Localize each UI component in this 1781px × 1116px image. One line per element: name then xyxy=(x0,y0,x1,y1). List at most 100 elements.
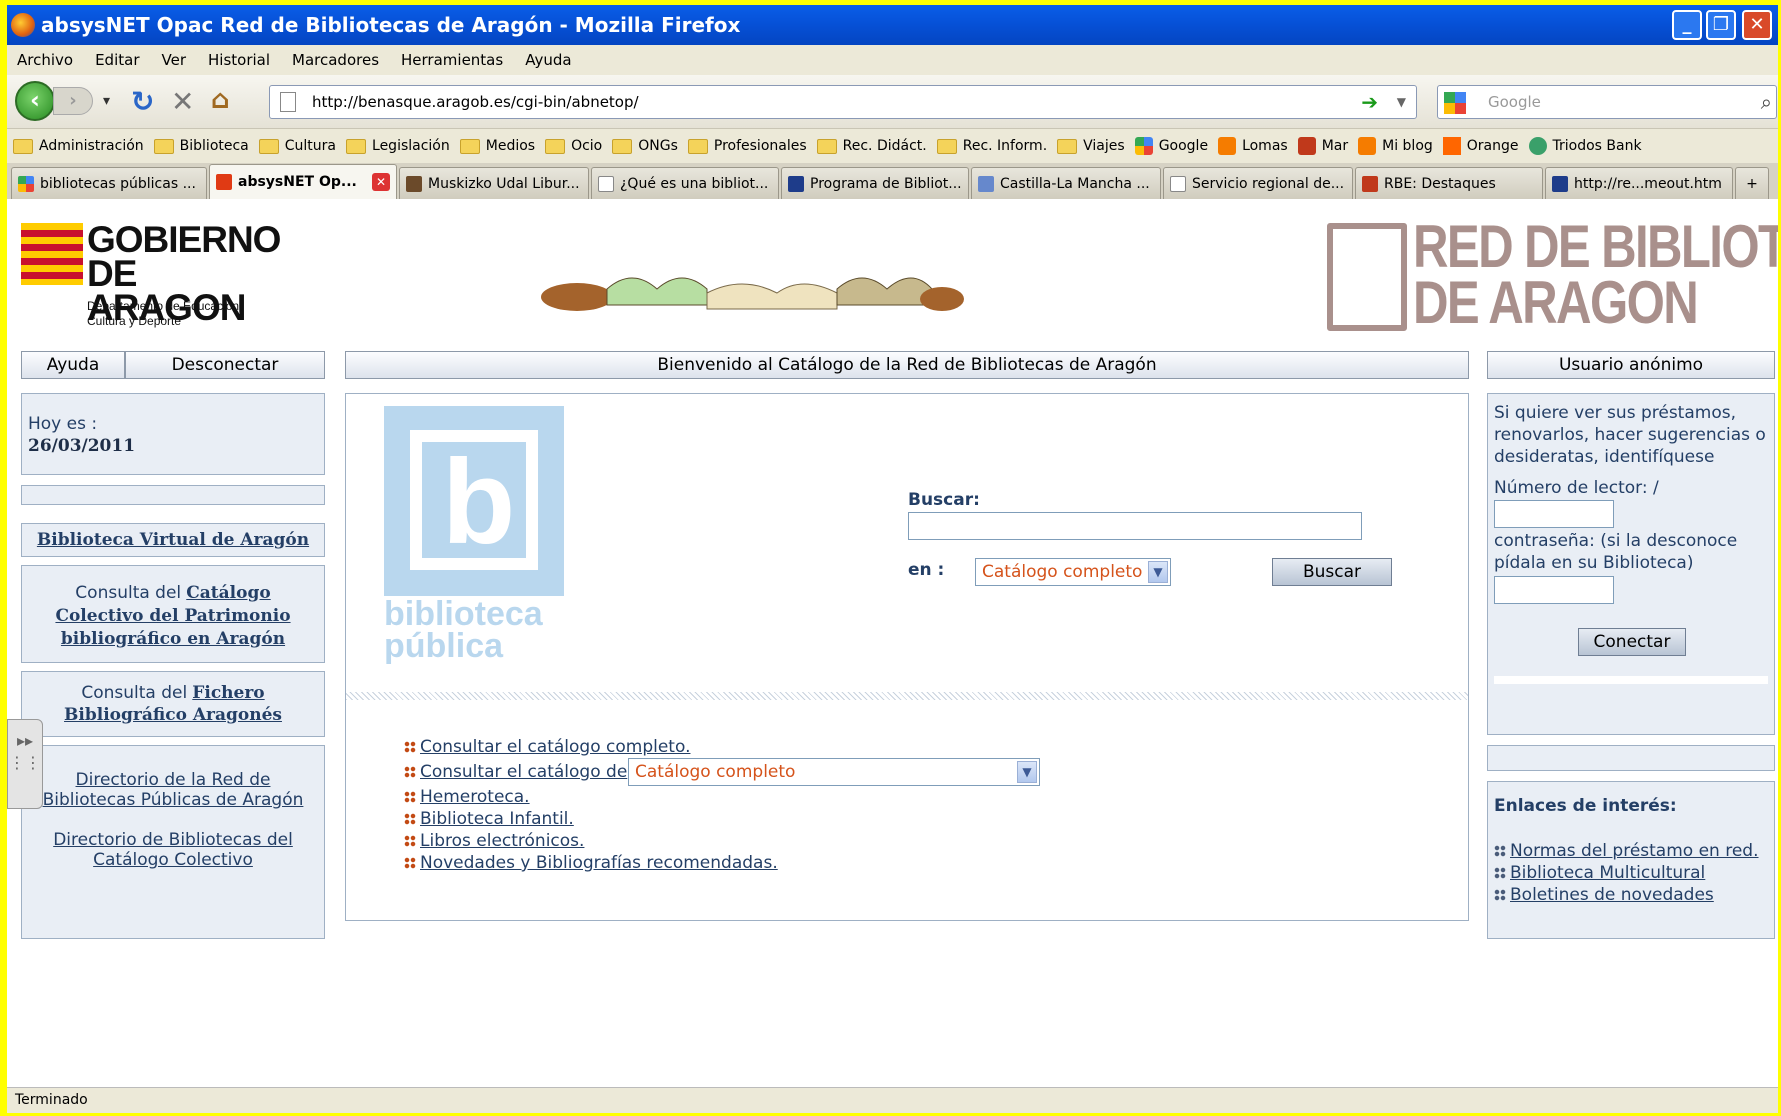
sidebar-toggle-handle[interactable]: ▸▸ ⋮⋮ xyxy=(7,719,43,809)
go-arrow-icon[interactable]: ➔ xyxy=(1361,86,1378,118)
list-item: Boletines de novedades xyxy=(1494,884,1759,906)
tab-castilla[interactable]: Castilla-La Mancha ... xyxy=(971,167,1161,199)
new-tab-button[interactable]: + xyxy=(1735,167,1769,199)
logo-frame: b xyxy=(410,430,538,570)
minimize-button[interactable]: _ xyxy=(1672,10,1702,40)
google-icon xyxy=(18,175,34,192)
buscar-button[interactable]: Buscar xyxy=(1272,558,1392,586)
bullet-icon xyxy=(404,835,416,847)
catalog-select[interactable]: Catálogo completo ▼ xyxy=(975,558,1171,586)
login-intro-text: Si quiere ver sus préstamos, renovarlos,… xyxy=(1494,403,1766,467)
menu-editar[interactable]: Editar xyxy=(95,51,139,69)
bookmark-administracion[interactable]: Administración xyxy=(13,138,144,154)
url-bar[interactable]: http://benasque.aragob.es/cgi-bin/abneto… xyxy=(269,85,1417,119)
tab-absysnet[interactable]: absysNET Op... ✕ xyxy=(209,164,397,199)
menu-ver[interactable]: Ver xyxy=(162,51,187,69)
tab-que-es[interactable]: ¿Qué es una bibliot... xyxy=(591,167,779,199)
home-icon[interactable]: ⌂ xyxy=(211,85,230,115)
welcome-header: Bienvenido al Catálogo de la Red de Bibl… xyxy=(345,351,1469,379)
bookmark-lomas[interactable]: Lomas xyxy=(1218,137,1288,155)
ayuda-button[interactable]: Ayuda xyxy=(21,351,125,379)
menu-historial[interactable]: Historial xyxy=(208,51,270,69)
boletines-link[interactable]: Boletines de novedades xyxy=(1510,885,1714,905)
bookmark-ocio[interactable]: Ocio xyxy=(545,138,602,154)
tab-timeout[interactable]: http://re...meout.htm xyxy=(1545,167,1733,199)
bookmark-biblioteca[interactable]: Biblioteca xyxy=(153,138,249,154)
reload-icon[interactable]: ↻ xyxy=(131,85,154,118)
catalog-select-value: Catálogo completo xyxy=(982,562,1143,582)
directorio-catalogo-link[interactable]: Directorio de Bibliotecas del Catálogo C… xyxy=(34,830,312,870)
en-label: en : xyxy=(908,560,945,580)
conectar-button[interactable]: Conectar xyxy=(1578,628,1686,656)
bookmark-label: Biblioteca xyxy=(179,138,249,154)
bookmark-google[interactable]: Google xyxy=(1134,137,1208,155)
forward-button[interactable]: › xyxy=(53,87,93,115)
folder-icon xyxy=(258,138,279,154)
bullet-icon xyxy=(1494,845,1506,857)
bookmark-triodos[interactable]: Triodos Bank xyxy=(1528,137,1642,155)
novedades-link[interactable]: Novedades y Bibliografías recomendadas. xyxy=(420,853,778,873)
libros-electronicos-link[interactable]: Libros electrónicos. xyxy=(420,831,584,851)
catalogo-completo-link[interactable]: Consultar el catálogo completo. xyxy=(420,737,690,757)
list-item: Normas del préstamo en red. xyxy=(1494,840,1759,862)
desconectar-button[interactable]: Desconectar xyxy=(125,351,325,379)
close-tab-icon[interactable]: ✕ xyxy=(372,173,390,191)
bookmark-mi-blog[interactable]: Mi blog xyxy=(1358,137,1433,155)
tab-servicio-regional[interactable]: Servicio regional de... xyxy=(1163,167,1353,199)
menu-herramientas[interactable]: Herramientas xyxy=(401,51,503,69)
bookmark-legislacion[interactable]: Legislación xyxy=(346,138,450,154)
folder-icon xyxy=(687,138,708,154)
site-icon xyxy=(978,175,994,192)
bookmark-rec-didact[interactable]: Rec. Didáct. xyxy=(816,138,927,154)
tab-label: Muskizko Udal Libur... xyxy=(428,175,580,192)
search-icon[interactable]: ⌕ xyxy=(1761,86,1772,118)
password-label: contraseña: (si la desconoce pídala en s… xyxy=(1494,531,1738,573)
bullet-icon xyxy=(404,857,416,869)
biblioteca-multicultural-link[interactable]: Biblioteca Multicultural xyxy=(1510,863,1705,883)
directorio-red-link[interactable]: Directorio de la Red de Bibliotecas Públ… xyxy=(34,770,312,810)
tab-programa[interactable]: Programa de Bibliot... xyxy=(781,167,969,199)
hemeroteca-link[interactable]: Hemeroteca. xyxy=(420,787,530,807)
logo-line2: pública xyxy=(384,627,504,665)
history-dropdown-icon[interactable]: ▾ xyxy=(103,93,110,109)
bookmark-cultura[interactable]: Cultura xyxy=(258,138,336,154)
bookmark-ongs[interactable]: ONGs xyxy=(612,138,678,154)
search-box[interactable]: Google ⌕ xyxy=(1437,85,1777,119)
bookmark-mar[interactable]: Mar xyxy=(1297,137,1348,155)
date-panel: Hoy es : 26/03/2011 xyxy=(21,393,325,475)
bookmark-medios[interactable]: Medios xyxy=(459,138,535,154)
normas-prestamo-link[interactable]: Normas del préstamo en red. xyxy=(1510,841,1759,861)
buscar-label: Buscar: xyxy=(908,490,980,510)
stop-icon[interactable]: ✕ xyxy=(171,85,194,118)
bookmark-orange[interactable]: Orange xyxy=(1442,137,1519,155)
catalogo-de-link[interactable]: Consultar el catálogo de xyxy=(420,762,627,782)
tab-rbe[interactable]: RBE: Destaques xyxy=(1355,167,1543,199)
url-dropdown-icon[interactable]: ▼ xyxy=(1397,86,1406,118)
bullet-icon xyxy=(404,791,416,803)
list-item: Biblioteca Multicultural xyxy=(1494,862,1759,884)
bookmark-profesionales[interactable]: Profesionales xyxy=(687,138,807,154)
back-button[interactable]: ‹ xyxy=(15,81,55,121)
title-bar: absysNET Opac Red de Bibliotecas de Arag… xyxy=(7,5,1778,45)
biblioteca-virtual-link[interactable]: Biblioteca Virtual de Aragón xyxy=(37,530,309,550)
tab-muskizko[interactable]: Muskizko Udal Libur... xyxy=(399,167,589,199)
menu-ayuda[interactable]: Ayuda xyxy=(525,51,571,69)
password-input[interactable] xyxy=(1494,576,1614,604)
tab-bibliotecas-publicas[interactable]: bibliotecas públicas ... xyxy=(11,167,207,199)
folder-icon xyxy=(1057,138,1078,154)
bookmark-viajes[interactable]: Viajes xyxy=(1057,138,1125,154)
bookmark-rec-inform[interactable]: Rec. Inform. xyxy=(936,138,1047,154)
reader-number-input[interactable] xyxy=(1494,500,1614,528)
gobierno-logo-subtitle: Departamento de Educación, Cultura y Depo… xyxy=(87,299,242,329)
menu-archivo[interactable]: Archivo xyxy=(17,51,73,69)
gobierno-aragon-logo: GOBIERNO DE ARAGON Departamento de Educac… xyxy=(21,221,301,331)
search-query-input[interactable] xyxy=(908,512,1362,540)
google-icon[interactable] xyxy=(1444,92,1466,114)
maximize-button[interactable]: ❐ xyxy=(1706,10,1736,40)
b-letter-icon: b xyxy=(442,435,516,569)
menu-marcadores[interactable]: Marcadores xyxy=(292,51,379,69)
library-select[interactable]: Catálogo completo ▼ xyxy=(628,758,1040,786)
biblioteca-infantil-link[interactable]: Biblioteca Infantil. xyxy=(420,809,574,829)
gob-sub2: Cultura y Deporte xyxy=(87,314,182,328)
close-button[interactable]: ✕ xyxy=(1742,10,1772,40)
